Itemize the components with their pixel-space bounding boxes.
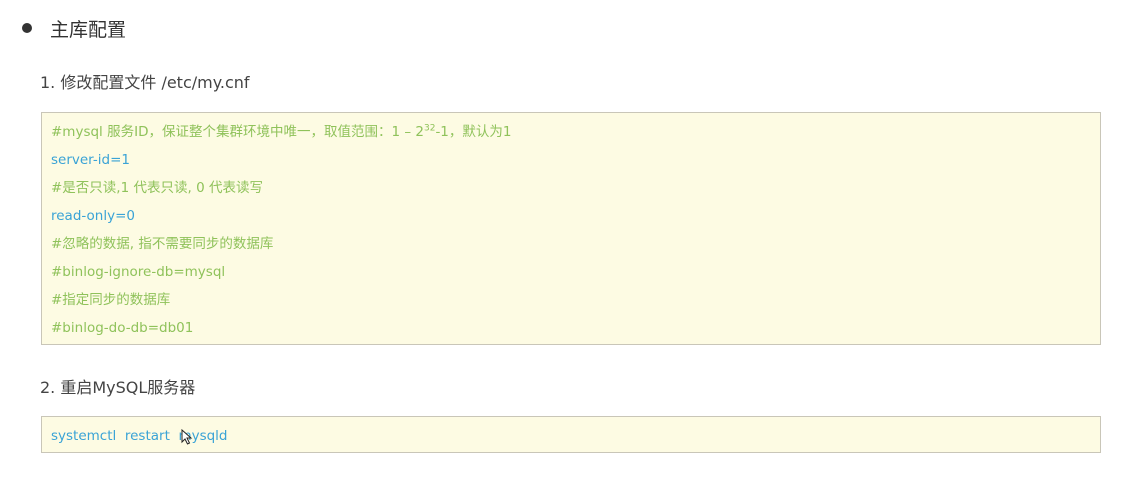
code-line: #忽略的数据, 指不需要同步的数据库 [51, 236, 274, 252]
code-line: #mysql 服务ID，保证整个集群环境中唯一，取值范围：1 – 232-1，默… [42, 118, 1100, 146]
exponent: 32 [423, 123, 436, 134]
mouse-cursor-icon [181, 429, 193, 445]
step-2-label: 2. 重启MySQL服务器 [40, 378, 196, 397]
code-line-tail: -1，默认为1 [435, 124, 512, 140]
code-line: read-only=0 [51, 208, 135, 224]
command-code-block: systemctl restart mysqld [41, 416, 1101, 453]
config-code-block: #mysql 服务ID，保证整个集群环境中唯一，取值范围：1 – 232-1，默… [41, 112, 1101, 345]
code-line-text: #mysql 服务ID，保证整个集群环境中唯一，取值范围：1 – 2 [51, 124, 424, 140]
bullet-icon [22, 23, 32, 33]
section-title-text: 主库配置 [50, 18, 127, 41]
code-line: #binlog-ignore-db=mysql [51, 264, 226, 280]
section-title: 主库配置 [22, 14, 126, 42]
code-line: #是否只读,1 代表只读, 0 代表读写 [51, 180, 263, 196]
step-1-label: 1. 修改配置文件 /etc/my.cnf [40, 73, 250, 92]
code-line: server-id=1 [51, 152, 130, 168]
code-line: #指定同步的数据库 [51, 292, 171, 308]
code-line: #binlog-do-db=db01 [51, 320, 194, 336]
code-line: systemctl restart mysqld [51, 428, 228, 444]
